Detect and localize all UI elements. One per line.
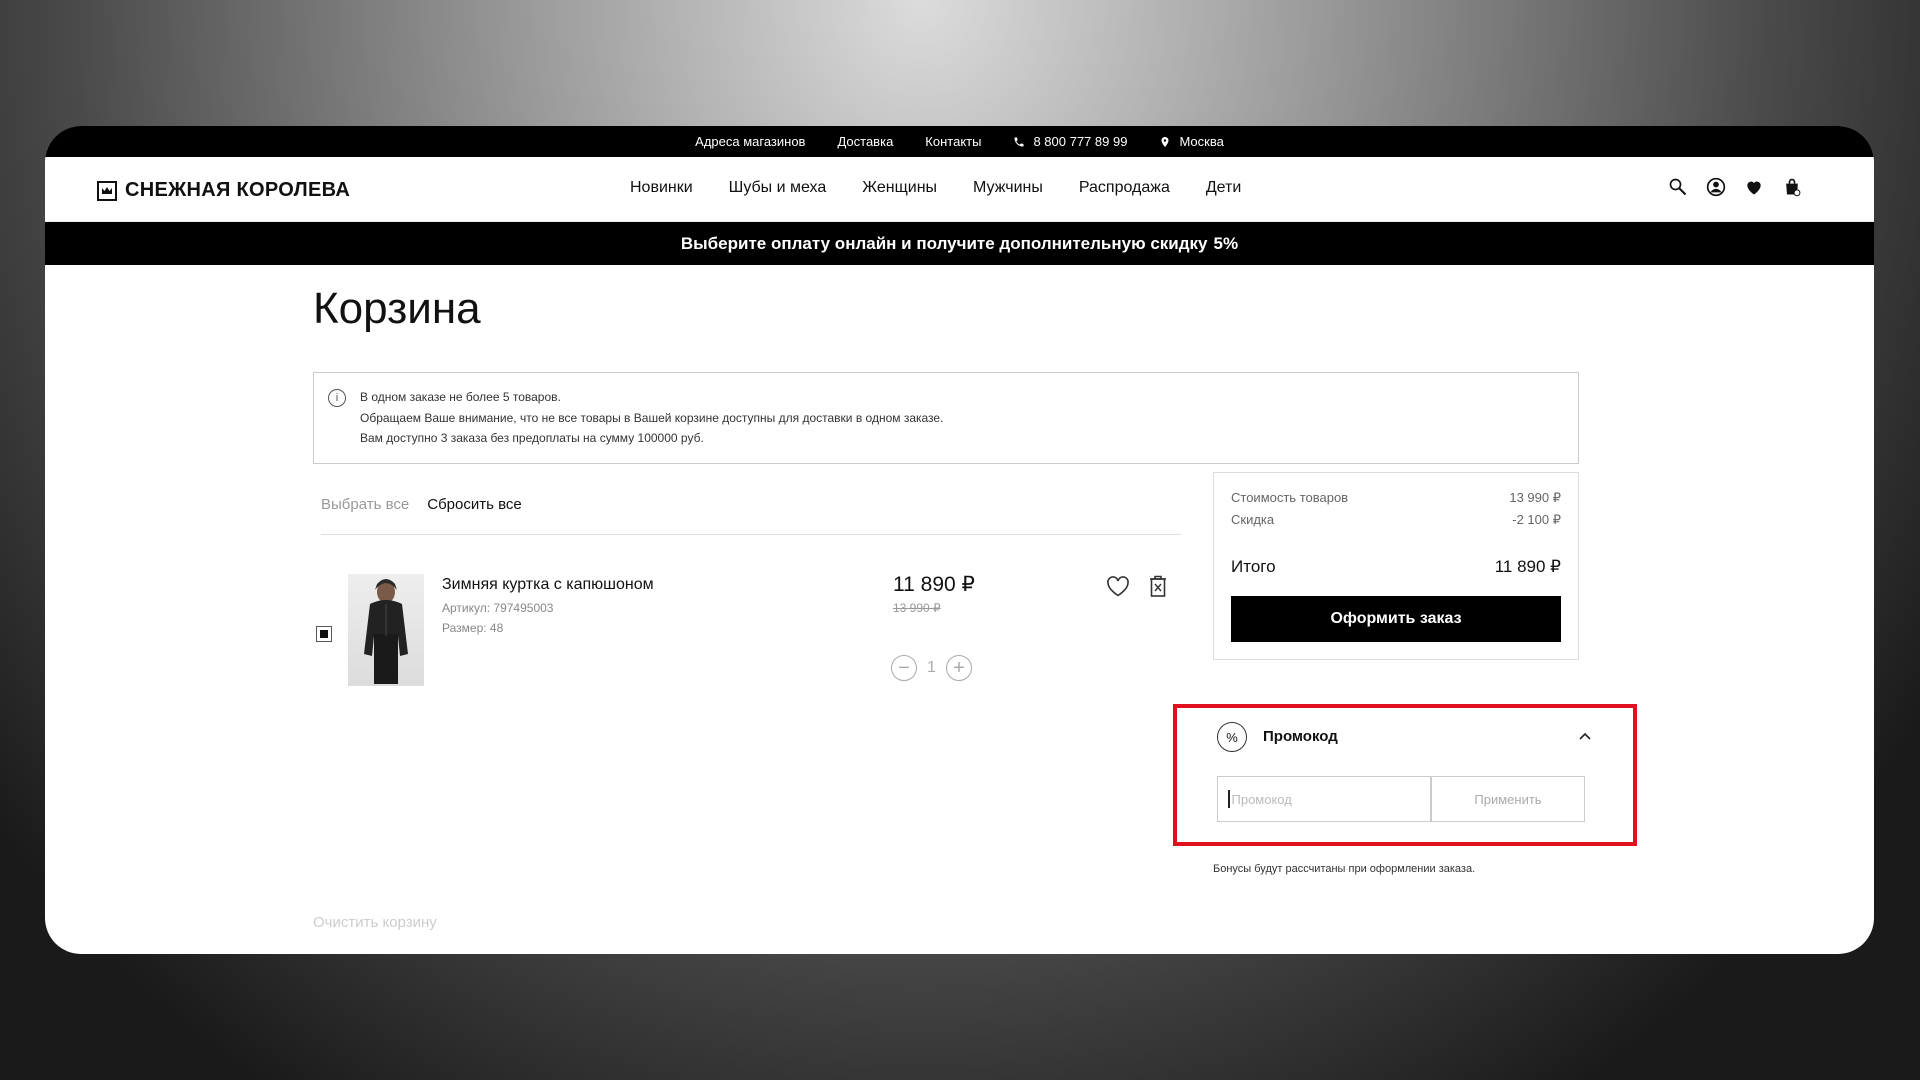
nav-item-men[interactable]: Мужчины [973,179,1043,197]
divider [321,534,1181,535]
quantity-stepper: − 1 + [891,655,972,681]
percent-icon: % [1217,722,1247,752]
stores-link[interactable]: Адреса магазинов [695,134,805,149]
product-old-price: 13 990 ₽ [893,601,941,615]
search-icon[interactable] [1668,177,1688,197]
promo-title[interactable]: Промокод [1263,728,1338,745]
info-icon: i [328,389,346,407]
crown-logo-icon [97,180,117,201]
nav-item-furs[interactable]: Шубы и меха [729,179,827,197]
cart-content: Корзина i В одном заказе не более 5 това… [45,264,1874,954]
info-line: В одном заказе не более 5 товаров. [360,390,561,404]
delivery-link[interactable]: Доставка [837,134,893,149]
apply-promo-button[interactable]: Применить [1431,776,1585,822]
select-all-link[interactable]: Выбрать все [321,496,409,513]
shopping-bag-icon[interactable] [1782,177,1802,197]
info-line: Вам доступно 3 заказа без предоплаты на … [360,431,704,445]
product-price: 11 890 ₽ [893,573,975,596]
product-image[interactable] [348,574,424,686]
heart-icon[interactable] [1744,177,1764,197]
item-checkbox[interactable] [316,626,332,642]
info-line: Обращаем Ваше внимание, что не все товар… [360,410,944,425]
promo-code-input[interactable]: Промокод [1217,776,1431,822]
location-pin-icon [1161,136,1169,147]
clear-cart-link[interactable]: Очистить корзину [313,914,437,931]
online-payment-banner: Выберите оплату онлайн и получите дополн… [45,222,1874,265]
nav-item-new[interactable]: Новинки [630,179,693,197]
promo-code-section: % Промокод Промокод Применить [1173,704,1637,846]
page-title: Корзина [313,284,481,333]
selection-controls: Выбрать все Сбросить все [321,496,522,513]
phone-link[interactable]: 8 800 777 89 99 [1013,134,1127,149]
cart-info-notice: i В одном заказе не более 5 товаров. Обр… [313,372,1579,464]
contacts-link[interactable]: Контакты [925,134,981,149]
reset-all-link[interactable]: Сбросить все [427,496,521,513]
browser-window: Адреса магазинов Доставка Контакты 8 800… [45,126,1874,954]
goods-cost-row: Стоимость товаров 13 990 ₽ [1231,490,1561,505]
checkout-button[interactable]: Оформить заказ [1231,596,1561,642]
text-caret [1228,790,1230,808]
nav-item-sale[interactable]: Распродажа [1079,179,1170,197]
delete-icon[interactable] [1147,574,1169,598]
top-info-bar: Адреса магазинов Доставка Контакты 8 800… [45,126,1874,157]
product-meta: Артикул: 797495003 Размер: 48 [442,598,553,638]
bonus-note: Бонусы будут рассчитаны при оформлении з… [1213,863,1476,875]
site-header: СНЕЖНАЯ КОРОЛЕВА Новинки Шубы и меха Жен… [45,157,1874,222]
product-size: Размер: 48 [442,621,504,635]
nav-item-women[interactable]: Женщины [862,179,937,197]
chevron-up-icon[interactable] [1577,728,1593,744]
discount-row: Скидка -2 100 ₽ [1231,512,1561,527]
header-icons [1668,177,1802,197]
order-summary: Стоимость товаров 13 990 ₽ Скидка -2 100… [1213,472,1579,660]
qty-value: 1 [927,659,936,676]
main-nav: Новинки Шубы и меха Женщины Мужчины Расп… [630,179,1241,197]
qty-minus-button[interactable]: − [891,655,917,681]
phone-icon [1014,137,1024,146]
qty-plus-button[interactable]: + [945,655,972,681]
product-name[interactable]: Зимняя куртка с капюшоном [442,576,654,594]
product-article: Артикул: 797495003 [442,601,554,615]
total-row: Итого 11 890 ₽ [1231,557,1561,576]
site-logo[interactable]: СНЕЖНАЯ КОРОЛЕВА [97,179,350,202]
account-icon[interactable] [1706,177,1726,197]
nav-item-kids[interactable]: Дети [1206,179,1241,197]
city-selector[interactable]: Москва [1159,134,1224,149]
add-to-favorites-icon[interactable] [1105,574,1131,598]
